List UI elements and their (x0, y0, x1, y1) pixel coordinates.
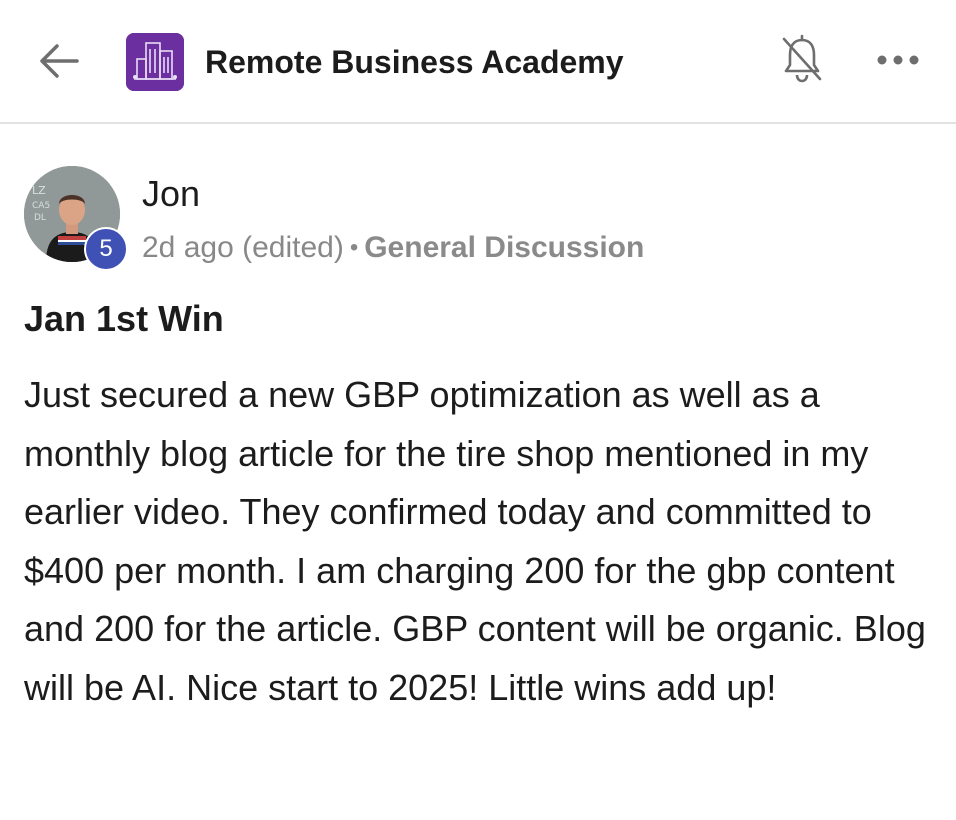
app-logo[interactable] (126, 33, 184, 91)
arrow-left-icon (37, 41, 81, 86)
author-name[interactable]: Jon (142, 172, 200, 216)
more-horizontal-icon (876, 53, 920, 71)
post-meta: 2d ago (edited) • General Discussion (142, 228, 644, 268)
back-button[interactable] (34, 40, 84, 86)
community-title: Remote Business Academy (205, 44, 624, 80)
bell-off-icon (780, 34, 824, 89)
notifications-button[interactable] (776, 34, 828, 88)
category-link[interactable]: General Discussion (364, 231, 644, 264)
post-timestamp: 2d ago (edited) (142, 231, 344, 264)
post-title: Jan 1st Win (24, 298, 224, 339)
level-badge: 5 (84, 227, 128, 271)
svg-text:CA5: CA5 (32, 201, 50, 211)
post-body: Just secured a new GBP optimization as w… (24, 374, 926, 708)
meta-separator: • (349, 234, 359, 261)
more-options-button[interactable] (870, 42, 926, 82)
app-header: Remote Business Academy (0, 0, 956, 124)
svg-text:DL: DL (34, 213, 46, 223)
svg-text:LZ: LZ (32, 184, 46, 197)
